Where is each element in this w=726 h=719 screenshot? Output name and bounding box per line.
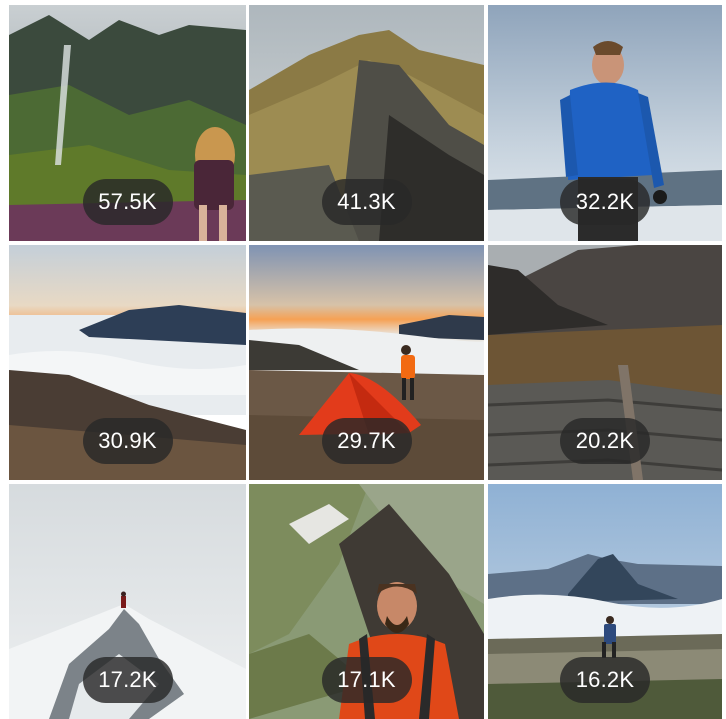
photo-tile-8[interactable]: 17.1K [249, 484, 484, 719]
view-count-badge: 20.2K [560, 418, 650, 464]
view-count-badge: 30.9K [82, 418, 173, 464]
view-count-badge: 57.5K [82, 179, 173, 225]
photo-tile-2[interactable]: 41.3K [249, 5, 484, 241]
photo-tile-9[interactable]: 16.2K [488, 484, 722, 719]
view-count-badge: 17.1K [321, 657, 412, 703]
view-count-badge: 17.2K [82, 657, 173, 703]
photo-tile-6[interactable]: 20.2K [488, 245, 722, 480]
photo-tile-7[interactable]: 17.2K [9, 484, 246, 719]
view-count-badge: 16.2K [560, 657, 650, 703]
view-count-badge: 29.7K [321, 418, 412, 464]
view-count-badge: 41.3K [321, 179, 412, 225]
photo-tile-3[interactable]: 32.2K [488, 5, 722, 241]
photo-tile-5[interactable]: 29.7K [249, 245, 484, 480]
view-count-badge: 32.2K [560, 179, 650, 225]
photo-tile-4[interactable]: 30.9K [9, 245, 246, 480]
photo-grid: 57.5K 41.3K 32.2K 30.9K 29.7K 20.2K 17.2… [0, 0, 726, 719]
photo-tile-1[interactable]: 57.5K [9, 5, 246, 241]
